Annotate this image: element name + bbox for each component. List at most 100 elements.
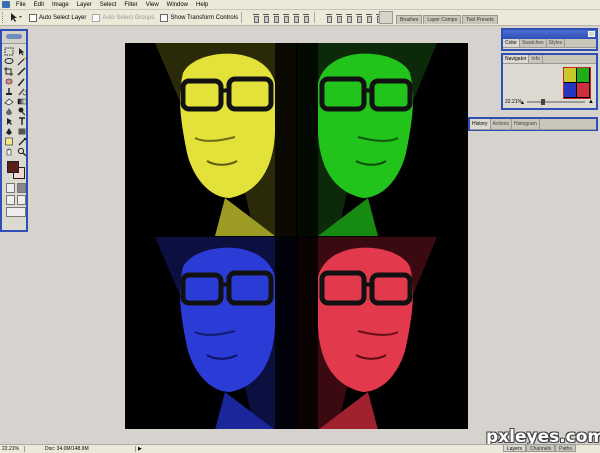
lasso-tool-icon[interactable] [4,57,14,66]
tab-channels[interactable]: Channels [526,444,556,452]
status-doc-size: Doc: 34.0M/148.9M [25,446,136,452]
menu-file[interactable]: File [16,2,26,8]
align-right-icon[interactable] [302,13,310,23]
menu-filter[interactable]: Filter [124,2,137,8]
palette-tab-brushes[interactable]: Brushes [396,15,423,24]
tab-swatches[interactable]: Swatches [520,39,547,47]
tab-layers[interactable]: Layers [503,444,527,452]
align-vcenter-icon[interactable] [262,13,270,23]
menu-view[interactable]: View [146,2,159,8]
menu-layer[interactable]: Layer [77,2,92,8]
document-canvas[interactable] [125,43,468,429]
auto-select-layer-checkbox[interactable] [29,13,37,22]
navigator-body: 22.21% ▴ ▲ [503,64,596,106]
status-zoom[interactable]: 22.21% [0,446,25,452]
distribute-hcenter-icon[interactable] [365,13,373,23]
menu-help[interactable]: Help [196,2,208,8]
auto-select-groups-checkbox[interactable] [92,13,101,22]
portrait-red-quadrant [297,237,468,429]
portrait-blue-quadrant [125,237,296,429]
divider [241,12,243,23]
history-brush-tool-icon[interactable] [17,87,27,96]
file-browser-icon[interactable] [379,11,393,24]
crop-tool-icon[interactable] [4,67,14,76]
navigator-panel: Navigator Info 22.21% ▴ ▲ [501,53,598,110]
distribute-vcenter-icon[interactable] [335,13,343,23]
type-tool-icon[interactable] [17,117,27,126]
color-panel-titlebar[interactable] [503,30,596,39]
close-icon[interactable] [588,31,595,37]
history-panel: History Actions Histogram [468,117,598,131]
align-bottom-icon[interactable] [272,13,280,23]
palette-well: Brushes Layer Comps Tool Presets [379,11,600,24]
tab-paths[interactable]: Paths [555,444,576,452]
brush-tool-icon[interactable] [17,77,27,86]
align-top-icon[interactable] [252,13,260,23]
distribute-buttons [324,13,384,23]
healing-brush-tool-icon[interactable] [4,77,14,86]
navigator-thumbnail[interactable] [563,67,591,99]
tab-actions[interactable]: Actions [491,119,512,129]
show-transform-controls-checkbox[interactable] [160,13,169,22]
tab-color[interactable]: Color [503,39,520,47]
portrait-green-quadrant [297,43,468,236]
standard-mode-icon[interactable] [6,183,15,193]
tool-grid [2,44,27,156]
palette-tab-tool-presets[interactable]: Tool Presets [462,15,498,24]
clone-stamp-tool-icon[interactable] [4,87,14,96]
eraser-tool-icon[interactable] [4,97,14,106]
tab-histogram[interactable]: Histogram [512,119,540,129]
tab-navigator[interactable]: Navigator [503,55,530,63]
zoom-slider-knob[interactable] [541,99,546,105]
dodge-tool-icon[interactable] [17,107,27,116]
hand-tool-icon[interactable] [4,147,14,156]
zoom-in-icon[interactable]: ▲ [588,99,594,105]
zoom-out-icon[interactable]: ▴ [521,99,524,106]
align-left-icon[interactable] [282,13,290,23]
blur-tool-icon[interactable] [4,107,14,116]
color-panel: Color Swatches Styles [501,28,598,51]
magic-wand-tool-icon[interactable] [17,57,27,66]
palette-tab-layer-comps[interactable]: Layer Comps [423,15,462,24]
menu-edit[interactable]: Edit [34,2,44,8]
tab-info[interactable]: Info [529,55,543,63]
menu-select[interactable]: Select [100,2,117,8]
zoom-slider[interactable] [527,99,586,105]
portrait-blue-image [125,237,296,429]
portrait-yellow-image [125,43,296,236]
adobe-feather-icon [6,34,22,39]
foreground-color-swatch[interactable] [7,161,19,173]
status-menu-arrow-icon[interactable]: ▶ [138,446,142,452]
distribute-bottom-icon[interactable] [345,13,353,23]
navigator-footer: 22.21% ▴ ▲ [503,98,596,106]
screen-mode-full-menu-icon[interactable] [17,195,26,205]
shape-tool-icon[interactable] [17,127,27,136]
slice-tool-icon[interactable] [17,67,27,76]
quick-mask-mode-icon[interactable] [17,183,26,193]
mask-mode-buttons [2,183,26,193]
options-bar-grip[interactable] [2,12,6,23]
marquee-tool-icon[interactable] [4,47,14,56]
tab-styles[interactable]: Styles [547,39,566,47]
pen-tool-icon[interactable] [4,127,14,136]
distribute-left-icon[interactable] [355,13,363,23]
move-tool-icon[interactable] [17,47,27,56]
zoom-tool-icon[interactable] [17,147,27,156]
eyedropper-tool-icon[interactable] [17,137,27,146]
portrait-yellow-quadrant [125,43,296,236]
menu-image[interactable]: Image [52,2,69,8]
tab-history[interactable]: History [470,119,491,129]
distribute-top-icon[interactable] [325,13,333,23]
path-selection-tool-icon[interactable] [4,117,14,126]
menu-window[interactable]: Window [167,2,188,8]
portrait-green-image [297,43,468,236]
toolbox-header[interactable] [2,31,26,44]
move-tool-preset-icon[interactable] [9,12,23,23]
notes-tool-icon[interactable] [4,137,14,146]
align-hcenter-icon[interactable] [292,13,300,23]
gradient-tool-icon[interactable] [17,97,27,106]
navigator-zoom-value[interactable]: 22.21% [505,99,522,105]
jump-to-imageready-icon[interactable] [6,207,26,217]
thumb-blue [564,83,576,97]
screen-mode-standard-icon[interactable] [6,195,15,205]
